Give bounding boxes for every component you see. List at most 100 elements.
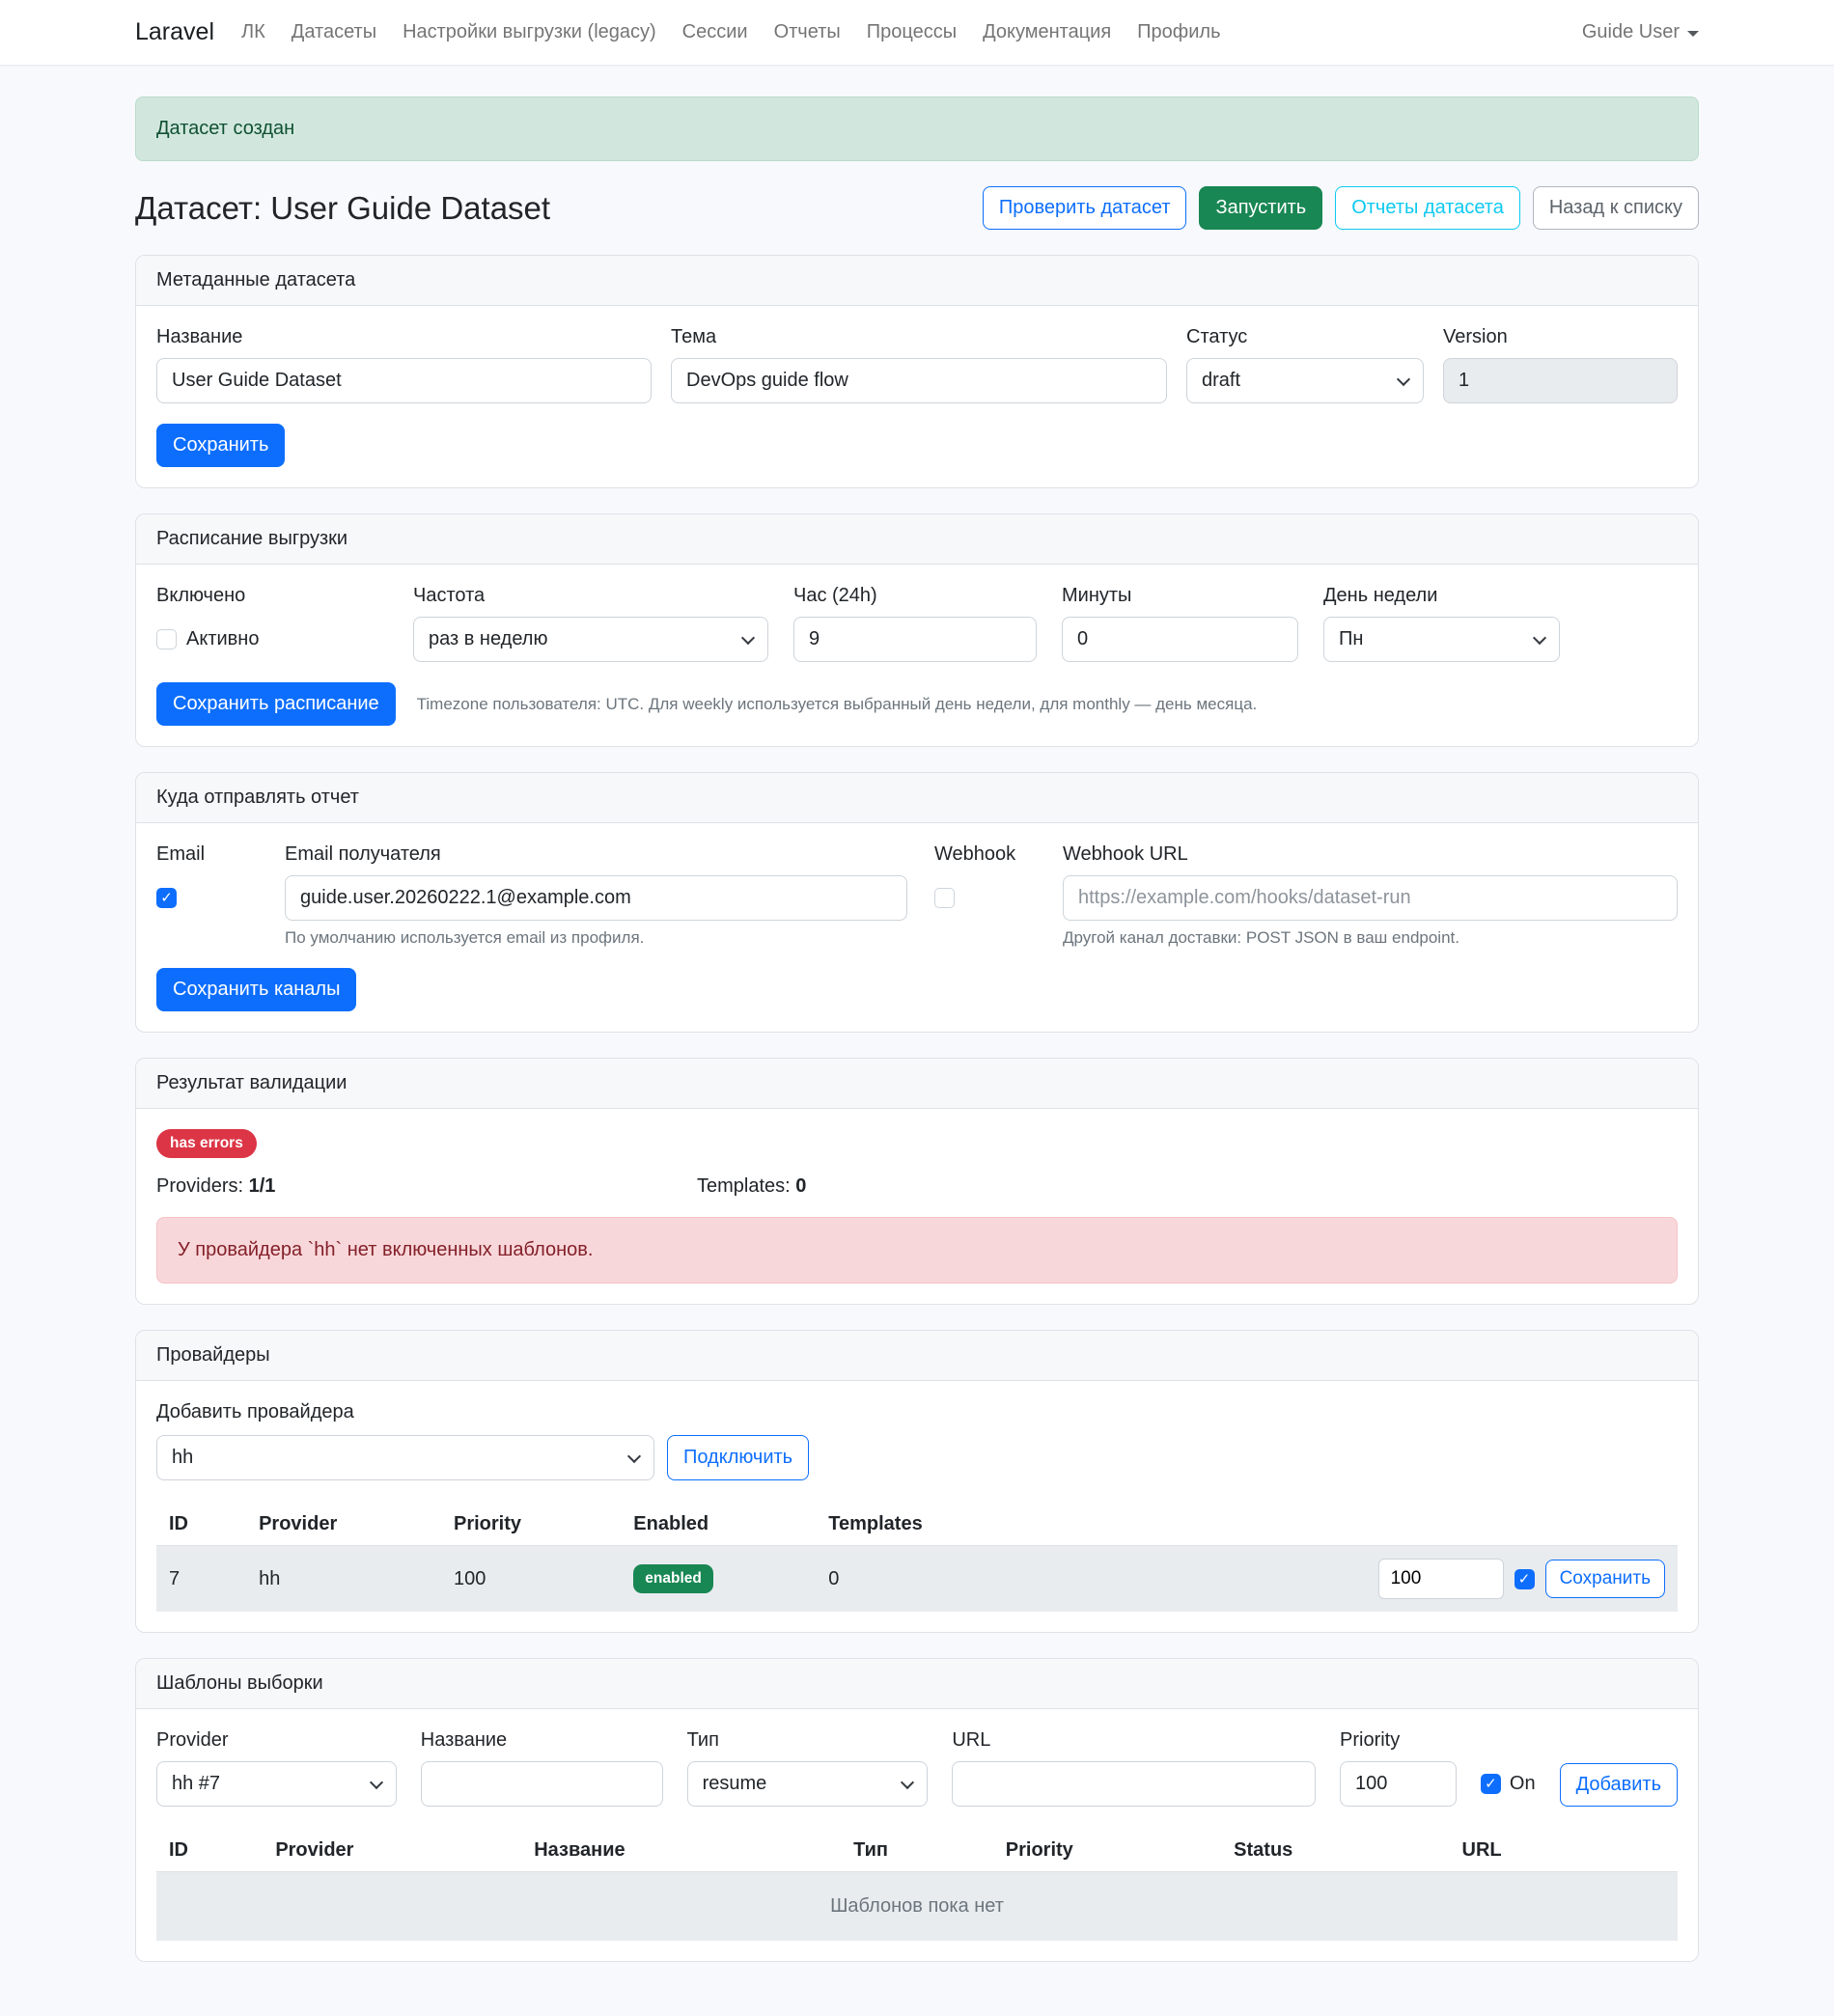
version-input xyxy=(1443,358,1678,403)
timezone-hint: Timezone пользователя: UTC. Для weekly и… xyxy=(417,695,1258,714)
chevron-down-icon xyxy=(1397,372,1410,385)
template-provider-select[interactable]: hh #7 xyxy=(156,1761,397,1807)
chevron-down-icon xyxy=(1533,630,1546,644)
chevron-down-icon xyxy=(901,1775,914,1788)
check-icon: ✓ xyxy=(1518,1572,1531,1587)
provider-row: 7 hh 100 enabled 0 ✓ Сохранить xyxy=(156,1546,1678,1613)
templates-card: Шаблоны выборки Provider hh #7 Название … xyxy=(135,1658,1699,1962)
templates-empty-row: Шаблонов пока нет xyxy=(156,1872,1678,1942)
check-dataset-button[interactable]: Проверить датасет xyxy=(983,186,1187,230)
weekday-select[interactable]: Пн xyxy=(1323,617,1560,662)
alert-dataset-created: Датасет создан xyxy=(135,97,1699,161)
hour-label: Час (24h) xyxy=(793,585,1037,607)
templates-col-url: URL xyxy=(1450,1830,1678,1872)
nav-links: ЛК Датасеты Настройки выгрузки (legacy) … xyxy=(241,21,1221,43)
nav-item-datasets[interactable]: Датасеты xyxy=(292,21,376,43)
validation-card: Результат валидации has errors Providers… xyxy=(135,1058,1699,1305)
user-menu[interactable]: Guide User xyxy=(1582,21,1699,43)
minutes-input[interactable] xyxy=(1062,617,1298,662)
webhook-checkbox[interactable] xyxy=(934,888,955,908)
weekday-select-value: Пн xyxy=(1339,628,1363,650)
templates-count-label: Templates: xyxy=(697,1175,791,1197)
enabled-badge: enabled xyxy=(633,1564,713,1593)
template-type-select-value: resume xyxy=(703,1773,767,1795)
templates-count-value: 0 xyxy=(795,1175,806,1197)
providers-count-value: 1/1 xyxy=(249,1175,276,1197)
validation-card-header: Результат валидации xyxy=(136,1059,1698,1109)
add-template-button[interactable]: Добавить xyxy=(1560,1763,1678,1807)
page-actions: Проверить датасет Запустить Отчеты датас… xyxy=(983,186,1699,230)
topic-input[interactable] xyxy=(671,358,1167,403)
page-title: Датасет: User Guide Dataset xyxy=(135,190,550,227)
nav-item-sessions[interactable]: Сессии xyxy=(682,21,748,43)
email-hint: По умолчанию используется email из профи… xyxy=(285,928,907,948)
save-provider-button[interactable]: Сохранить xyxy=(1545,1560,1665,1598)
nav-item-processes[interactable]: Процессы xyxy=(867,21,957,43)
templates-card-header: Шаблоны выборки xyxy=(136,1659,1698,1709)
chevron-down-icon xyxy=(370,1775,383,1788)
template-type-select[interactable]: resume xyxy=(687,1761,929,1807)
topic-label: Тема xyxy=(671,326,1167,348)
schedule-card: Расписание выгрузки Включено Активно Час… xyxy=(135,513,1699,747)
templates-table: ID Provider Название Тип Priority Status… xyxy=(156,1830,1678,1941)
connect-provider-button[interactable]: Подключить xyxy=(667,1435,809,1480)
add-provider-select-value: hh xyxy=(172,1447,193,1469)
channels-card-header: Куда отправлять отчет xyxy=(136,773,1698,823)
template-on-checkbox[interactable]: ✓ xyxy=(1481,1774,1501,1794)
version-label: Version xyxy=(1443,326,1678,348)
schedule-card-header: Расписание выгрузки xyxy=(136,514,1698,565)
save-channels-button[interactable]: Сохранить каналы xyxy=(156,968,356,1011)
check-icon: ✓ xyxy=(160,891,173,905)
email-recipient-input[interactable] xyxy=(285,875,907,921)
active-label: Активно xyxy=(186,628,259,650)
nav-item-docs[interactable]: Документация xyxy=(983,21,1111,43)
template-provider-label: Provider xyxy=(156,1729,397,1752)
validation-status-badge: has errors xyxy=(156,1129,257,1158)
status-select[interactable]: draft xyxy=(1186,358,1424,403)
status-label: Статус xyxy=(1186,326,1424,348)
schedule-active-checkbox[interactable] xyxy=(156,629,177,649)
provider-enabled-checkbox[interactable]: ✓ xyxy=(1514,1569,1535,1589)
name-input[interactable] xyxy=(156,358,652,403)
frequency-select[interactable]: раз в неделю xyxy=(413,617,768,662)
hour-input[interactable] xyxy=(793,617,1037,662)
channels-card: Куда отправлять отчет Email ✓ Email полу… xyxy=(135,772,1699,1033)
navbar: Laravel ЛК Датасеты Настройки выгрузки (… xyxy=(0,0,1834,66)
nav-item-legacy-settings[interactable]: Настройки выгрузки (legacy) xyxy=(403,21,656,43)
template-on-label: On xyxy=(1510,1773,1536,1795)
webhook-url-label: Webhook URL xyxy=(1063,843,1678,866)
add-provider-select[interactable]: hh xyxy=(156,1435,654,1480)
nav-item-profile[interactable]: Профиль xyxy=(1137,21,1220,43)
nav-item-reports[interactable]: Отчеты xyxy=(774,21,841,43)
validation-error-alert: У провайдера `hh` нет включенных шаблоно… xyxy=(156,1217,1678,1284)
caret-down-icon xyxy=(1687,31,1699,37)
save-schedule-button[interactable]: Сохранить расписание xyxy=(156,682,396,726)
user-menu-label: Guide User xyxy=(1582,21,1680,43)
nav-item-lk[interactable]: ЛК xyxy=(241,21,265,43)
dataset-reports-button[interactable]: Отчеты датасета xyxy=(1335,186,1520,230)
frequency-select-value: раз в неделю xyxy=(429,628,547,650)
webhook-hint: Другой канал доставки: POST JSON в ваш e… xyxy=(1063,928,1678,948)
check-icon: ✓ xyxy=(1485,1777,1497,1791)
metadata-card: Метаданные датасета Название Тема Статус… xyxy=(135,255,1699,488)
templates-col-priority: Priority xyxy=(993,1830,1221,1872)
weekday-label: День недели xyxy=(1323,585,1560,607)
brand-laravel[interactable]: Laravel xyxy=(135,18,214,46)
template-name-input[interactable] xyxy=(421,1761,663,1807)
templates-col-provider: Provider xyxy=(263,1830,521,1872)
minutes-label: Минуты xyxy=(1062,585,1298,607)
templates-col-name: Название xyxy=(521,1830,841,1872)
template-url-input[interactable] xyxy=(952,1761,1316,1807)
providers-col-priority: Priority xyxy=(441,1504,621,1546)
back-to-list-button[interactable]: Назад к списку xyxy=(1533,186,1699,230)
chevron-down-icon xyxy=(627,1449,641,1462)
save-metadata-button[interactable]: Сохранить xyxy=(156,424,285,467)
email-checkbox[interactable]: ✓ xyxy=(156,888,177,908)
template-priority-input[interactable] xyxy=(1340,1761,1457,1807)
provider-priority-input[interactable] xyxy=(1378,1559,1504,1599)
run-button[interactable]: Запустить xyxy=(1199,186,1322,230)
webhook-url-input[interactable] xyxy=(1063,875,1678,921)
templates-col-status: Status xyxy=(1221,1830,1449,1872)
templates-col-id: ID xyxy=(156,1830,263,1872)
provider-templates-cell: 0 xyxy=(816,1546,1365,1613)
